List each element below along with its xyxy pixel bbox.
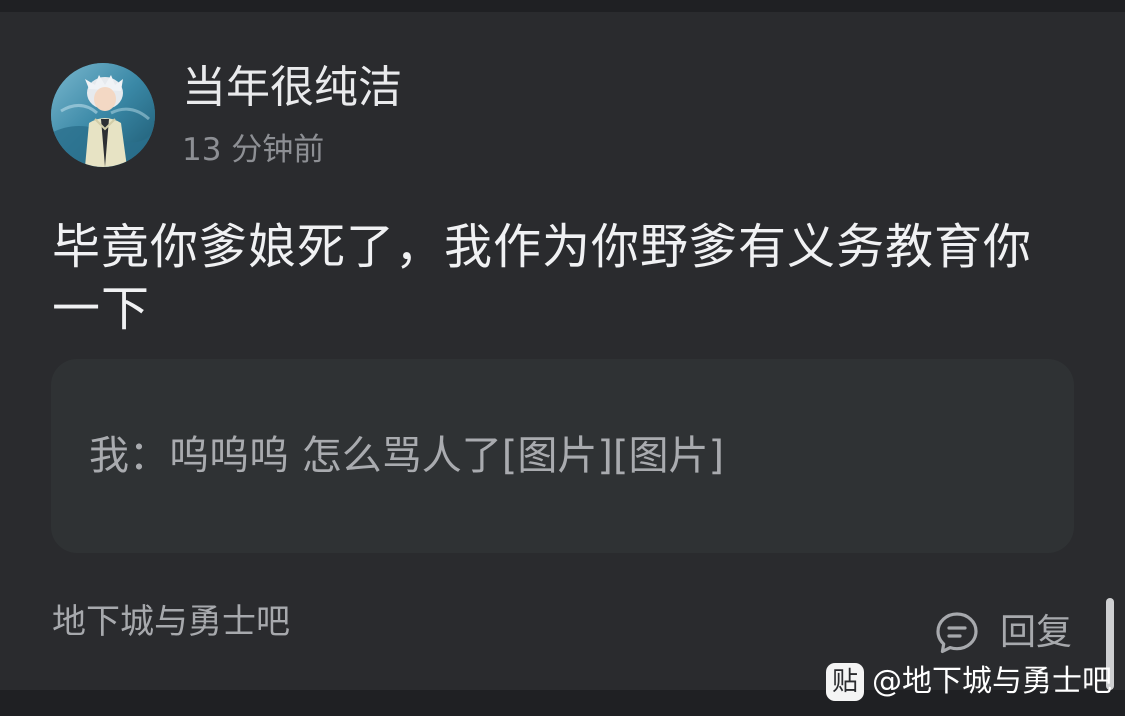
forum-link[interactable]: 地下城与勇士吧 xyxy=(52,600,290,644)
reply-label: 回复 xyxy=(1000,612,1073,653)
tieba-logo-icon: 贴 xyxy=(826,663,864,701)
watermark: 贴 @地下城与勇士吧 xyxy=(826,662,1112,702)
quoted-reply-box[interactable]: 我：呜呜呜 怎么骂人了[图片][图片] xyxy=(51,359,1074,553)
avatar-image xyxy=(51,63,155,167)
top-divider xyxy=(0,0,1125,12)
comment-bubble-icon xyxy=(936,612,978,654)
post-time: 13 分钟前 xyxy=(182,132,325,168)
comment-content: 毕竟你爹娘死了，我作为你野爹有义务教育你一下 xyxy=(52,219,1033,337)
reply-button[interactable]: 回复 xyxy=(934,608,1072,658)
author-name[interactable]: 当年很纯洁 xyxy=(182,60,402,116)
user-avatar[interactable] xyxy=(51,63,155,167)
quoted-reply-text: 我：呜呜呜 怎么骂人了[图片][图片] xyxy=(89,433,725,479)
watermark-text: @地下城与勇士吧 xyxy=(872,664,1112,699)
comment-card: 当年很纯洁 13 分钟前 毕竟你爹娘死了，我作为你野爹有义务教育你一下 我：呜呜… xyxy=(0,0,1125,716)
